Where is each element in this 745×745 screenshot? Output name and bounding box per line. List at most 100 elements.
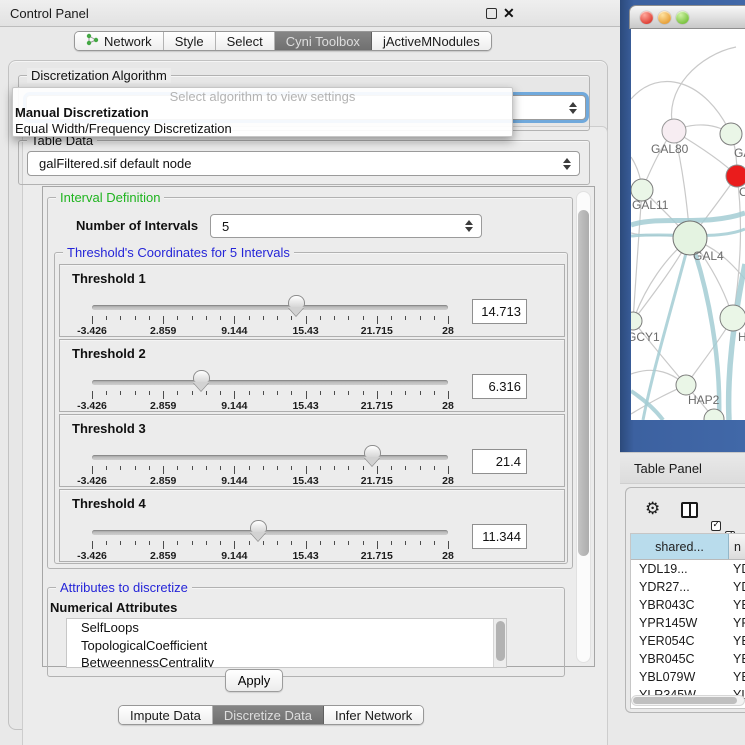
slider-ticks	[92, 391, 448, 400]
combo-arrows-icon	[464, 220, 473, 232]
tab-discretize-data[interactable]: Discretize Data	[213, 706, 324, 724]
threshold-value-field[interactable]: 6.316	[472, 374, 527, 399]
network-node[interactable]	[631, 312, 642, 330]
network-node-label: GA	[734, 146, 745, 160]
control-panel-titlebar: Control Panel ✕	[0, 0, 620, 27]
slider-thumb[interactable]	[288, 295, 305, 307]
tab-style[interactable]: Style	[164, 32, 216, 50]
table-row[interactable]: YPR145WYPR1	[631, 614, 745, 632]
viewport-scrollbar[interactable]	[576, 191, 591, 663]
network-graph[interactable]: GAL80GACGAL11GAL4GCY1HHAP2	[631, 29, 745, 420]
network-hap2-node[interactable]	[676, 375, 696, 395]
right-region: GAL80GACGAL11GAL4GCY1HHAP2 Table Panel ⚙…	[620, 0, 745, 745]
attribute-list-item[interactable]: SelfLoops	[67, 619, 506, 637]
threshold-panel-2: Threshold 2-3.4262.8599.14415.4321.71528…	[59, 339, 565, 412]
table-row[interactable]: YDL19...YDL1	[631, 560, 745, 578]
dropdown-item[interactable]: Equal Width/Frequency Discretization	[13, 121, 512, 137]
tab-jactivemnodules[interactable]: jActiveMNodules	[372, 32, 491, 50]
network-window-titlebar[interactable]	[629, 5, 745, 29]
thresholds-group-label: Threshold's Coordinates for 5 Intervals	[63, 245, 294, 260]
threshold-value-field[interactable]: 21.4	[472, 449, 527, 474]
slider-ticks	[92, 316, 448, 325]
network-node[interactable]	[720, 123, 742, 145]
attribute-list-item[interactable]: TopologicalCoefficient	[67, 637, 506, 655]
number-of-intervals-label: Number of Intervals	[76, 218, 198, 233]
network-pink-node[interactable]	[662, 119, 686, 143]
slider-track[interactable]	[92, 380, 448, 385]
table-horizontal-scrollbar[interactable]	[631, 695, 745, 706]
combo-arrows-icon	[562, 158, 571, 170]
network-red-node[interactable]	[726, 165, 745, 187]
slider-thumb[interactable]	[193, 370, 210, 382]
network-node[interactable]	[720, 305, 745, 331]
table-header-row: shared...n	[631, 534, 745, 560]
slider-ticks	[92, 541, 448, 550]
slider-track[interactable]	[92, 455, 448, 460]
combo-arrows-icon	[568, 102, 577, 114]
algorithm-placeholder: Select algorithm to view settings	[13, 88, 512, 105]
close-traffic-light-icon[interactable]	[640, 11, 653, 24]
tab-infer-network[interactable]: Infer Network	[324, 706, 423, 724]
tab-impute-data[interactable]: Impute Data	[119, 706, 213, 724]
algorithm-dropdown-popup: Select algorithm to view settings Manual…	[12, 87, 513, 137]
network-icon	[86, 33, 99, 49]
dropdown-item[interactable]: Manual Discretization	[13, 105, 512, 121]
zoom-traffic-light-icon[interactable]	[676, 11, 689, 24]
numerical-attributes-list[interactable]: SelfLoopsTopologicalCoefficientBetweenne…	[66, 618, 507, 668]
float-icon[interactable]	[486, 8, 497, 19]
top-tab-bar: NetworkStyleSelectCyni ToolboxjActiveMNo…	[74, 31, 492, 51]
split-columns-icon[interactable]	[681, 502, 698, 518]
settings-scroll-viewport: Interval Definition Number of Intervals …	[42, 186, 595, 667]
threshold-slider[interactable]: -3.4262.8599.14415.4321.71528	[92, 490, 448, 563]
table-data-combobox[interactable]: galFiltered.sif default node	[27, 151, 580, 176]
network-edge[interactable]	[671, 47, 736, 131]
tab-select[interactable]: Select	[216, 32, 275, 50]
threshold-value-field[interactable]: 11.344	[472, 524, 527, 549]
network-node-label: HAP2	[688, 393, 720, 407]
threshold-slider[interactable]: -3.4262.8599.14415.4321.71528	[92, 340, 448, 413]
tab-cyni-toolbox[interactable]: Cyni Toolbox	[275, 32, 372, 50]
table-row[interactable]: YBL079WYBL0	[631, 668, 745, 686]
network-node-label: GAL4	[693, 249, 724, 263]
table-row[interactable]: YBR045CYBR0	[631, 650, 745, 668]
threshold-value-field[interactable]: 14.713	[472, 299, 527, 324]
network-node-label: GAL80	[651, 142, 689, 156]
table-row[interactable]: YDR27...YDR2	[631, 578, 745, 596]
apply-button[interactable]: Apply	[225, 669, 283, 692]
slider-track[interactable]	[92, 530, 448, 535]
attributes-group-label: Attributes to discretize	[56, 580, 192, 595]
slider-thumb[interactable]	[364, 445, 381, 457]
attributes-group: Attributes to discretize Numerical Attri…	[47, 587, 565, 677]
node-attribute-table[interactable]: shared...n YDL19...YDL1YDR27...YDR2YBR04…	[630, 533, 745, 709]
threshold-slider[interactable]: -3.4262.8599.14415.4321.71528	[92, 415, 448, 488]
slider-tick-labels: -3.4262.8599.14415.4321.71528	[92, 325, 448, 337]
network-window-frame: GAL80GACGAL11GAL4GCY1HHAP2	[620, 0, 745, 452]
slider-tick-labels: -3.4262.8599.14415.4321.71528	[92, 550, 448, 562]
attributes-list-scrollbar[interactable]	[493, 619, 506, 667]
table-row[interactable]: YER054CYER0	[631, 632, 745, 650]
attribute-list-item[interactable]: BetweennessCentrality	[67, 654, 506, 668]
threshold-slider[interactable]: -3.4262.8599.14415.4321.71528	[92, 265, 448, 338]
network-node-label: C	[739, 185, 745, 199]
column-header[interactable]: n	[729, 534, 745, 559]
table-panel-title: Table Panel	[634, 461, 702, 476]
checkbox-icon[interactable]	[711, 521, 721, 531]
discretization-algorithm-label: Discretization Algorithm	[27, 68, 171, 83]
threshold-panel-4: Threshold 4-3.4262.8599.14415.4321.71528…	[59, 489, 565, 562]
table-row[interactable]: YBR043CYBR0	[631, 596, 745, 614]
viewport-scrollbar-thumb[interactable]	[578, 210, 589, 556]
network-node-label: GAL11	[632, 198, 669, 212]
slider-thumb[interactable]	[250, 520, 267, 532]
interval-definition-group: Interval Definition Number of Intervals …	[47, 197, 573, 569]
minimize-traffic-light-icon[interactable]	[658, 11, 671, 24]
number-of-intervals-combobox[interactable]: 5	[210, 214, 482, 238]
threshold-panel-3: Threshold 3-3.4262.8599.14415.4321.71528…	[59, 414, 565, 487]
interval-definition-label: Interval Definition	[56, 190, 164, 205]
column-header[interactable]: shared...	[631, 534, 729, 559]
tab-network[interactable]: Network	[75, 32, 164, 50]
thresholds-group: Threshold's Coordinates for 5 Intervals …	[54, 252, 568, 564]
network-canvas[interactable]: GAL80GACGAL11GAL4GCY1HHAP2	[631, 29, 745, 420]
slider-track[interactable]	[92, 305, 448, 310]
close-icon[interactable]: ✕	[503, 5, 515, 22]
gear-icon[interactable]: ⚙	[645, 501, 660, 518]
